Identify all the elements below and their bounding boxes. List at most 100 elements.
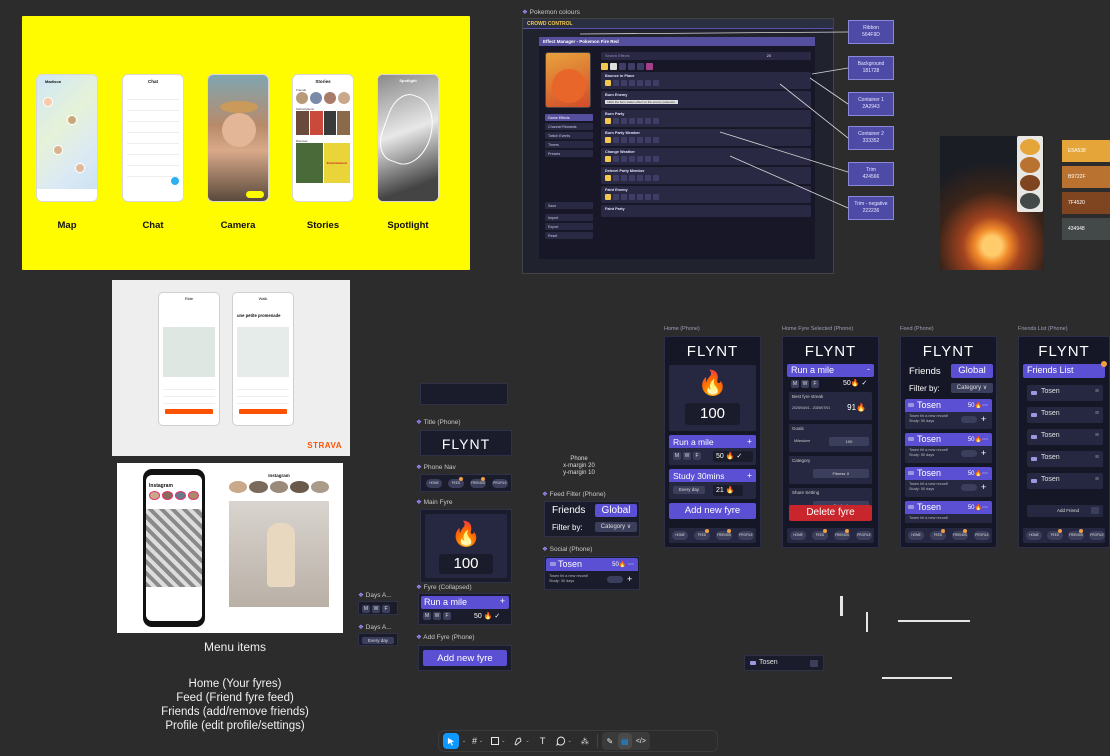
feed-filter-component[interactable]: Friends Global Filter by: Category ∨ xyxy=(544,501,640,537)
main-fyre-component[interactable]: 🔥 100 xyxy=(420,509,512,583)
swatch-ribbon[interactable]: Ribbon 564F9D xyxy=(848,20,894,44)
feed-item[interactable]: Tosen 50🔥⋯ Tosen hit a new record! Study: … xyxy=(905,467,992,497)
social-component[interactable]: Tosen 50🔥 ⋯ Tosen hit a new record! Stud… xyxy=(544,556,640,590)
feed-category-select[interactable]: Category ∨ xyxy=(951,383,993,393)
swatch-container-2[interactable]: Container 2 333352 xyxy=(848,126,894,150)
social-react-toggle[interactable] xyxy=(607,576,623,583)
swatch-trim-negative[interactable]: Trim - negative 222236 xyxy=(848,196,894,220)
nav-profile[interactable]: PROFILE xyxy=(738,531,754,540)
days-component-1[interactable]: M W F xyxy=(358,601,398,615)
friend-row[interactable]: Tosen ≡ xyxy=(1027,385,1103,401)
frame-tool-button[interactable]: # ⌄ xyxy=(469,733,486,749)
comment-tool-button[interactable]: ⌄ xyxy=(553,733,575,749)
friend-row[interactable]: Tosen ≡ xyxy=(1027,407,1103,423)
design-mode-button[interactable]: ▤ xyxy=(617,733,632,749)
plus-icon[interactable]: + xyxy=(981,448,986,458)
react-toggle[interactable] xyxy=(961,450,977,457)
nav-profile[interactable]: PROFILE xyxy=(856,531,872,540)
tosen-chip-component[interactable]: Tosen xyxy=(744,655,824,671)
nav-friends[interactable]: FRIENDS xyxy=(716,529,732,540)
nav-profile[interactable]: PROFILE xyxy=(492,479,508,488)
shape-tool-button[interactable]: ⌄ xyxy=(488,733,508,749)
hex-434948[interactable]: 434948 xyxy=(1062,218,1110,240)
category-select[interactable]: Fitness ∨ xyxy=(813,469,869,478)
instagram-reference[interactable]: Instagram Instagram xyxy=(117,463,343,633)
nav-feed[interactable]: FEED xyxy=(1047,529,1063,540)
nav-friends[interactable]: FRIENDS xyxy=(952,529,968,540)
swatch-container-1[interactable]: Container 1 2A2943 xyxy=(848,92,894,116)
text-tool-button[interactable]: T xyxy=(535,733,551,749)
move-tool-button[interactable] xyxy=(443,733,459,749)
nav-profile[interactable]: PROFILE xyxy=(1089,531,1105,540)
add-new-fyre-button[interactable]: Add new fyre xyxy=(423,650,507,666)
nav-home[interactable]: HOME xyxy=(426,479,442,488)
move-tool-caret[interactable]: ⌄ xyxy=(461,733,467,749)
nav-feed[interactable]: FEED xyxy=(930,529,946,540)
react-toggle[interactable] xyxy=(961,416,977,423)
phone-friends-list[interactable]: FLYNT Friends List Tosen ≡ Tosen ≡ Tosen ≡ … xyxy=(1018,336,1110,548)
friend-menu-icon[interactable]: ≡ xyxy=(1095,432,1099,439)
figma-canvas[interactable]: Madison Chat Stories Friends Subscriptio… xyxy=(0,0,1110,756)
friend-row[interactable]: Tosen ≡ xyxy=(1027,451,1103,467)
phone-nav-component[interactable]: HOME FEED FRIENDS PROFILE xyxy=(420,474,512,492)
nav-feed[interactable]: FEED xyxy=(448,477,464,488)
tab-global[interactable]: Global xyxy=(595,504,637,517)
feed-item[interactable]: Tosen 50🔥⋯ Tosen hit a new record! Study: … xyxy=(905,399,992,429)
hex-e5a538[interactable]: E5A538 xyxy=(1062,140,1110,162)
feed-tab-global[interactable]: Global xyxy=(951,364,993,378)
nav-feed[interactable]: FEED xyxy=(812,529,828,540)
collapse-minus-icon[interactable]: - xyxy=(867,364,870,374)
plus-icon[interactable]: + xyxy=(981,414,986,424)
home-fyre-study[interactable]: Study 30mins + Every day 21 🔥 xyxy=(669,469,756,499)
friend-menu-icon[interactable]: ≡ xyxy=(1095,388,1099,395)
draw-mode-button[interactable]: ✎ xyxy=(603,733,617,749)
swatch-trim[interactable]: Trim 424566 xyxy=(848,162,894,186)
expand-plus-icon[interactable]: + xyxy=(500,596,505,606)
nav-home[interactable]: HOME xyxy=(672,531,688,540)
blank-component[interactable] xyxy=(420,383,508,405)
friend-row[interactable]: Tosen ≡ xyxy=(1027,429,1103,445)
actions-tool-button[interactable]: ⁂ xyxy=(577,733,593,749)
strava-reference[interactable]: Ride Walk une petite promenade STRAVA xyxy=(112,280,350,456)
plus-icon[interactable]: + xyxy=(981,482,986,492)
nav-home[interactable]: HOME xyxy=(908,531,924,540)
phone-home[interactable]: FLYNT 🔥 100 Run a mile + M W F 50 🔥 ✓ Stu… xyxy=(664,336,761,548)
tab-friends[interactable]: Friends xyxy=(552,505,585,516)
expand-plus-icon[interactable]: + xyxy=(747,436,752,446)
phone-feed[interactable]: FLYNT Friends Global Filter by: Category… xyxy=(900,336,997,548)
friend-menu-icon[interactable]: ≡ xyxy=(1095,454,1099,461)
nav-profile[interactable]: PROFILE xyxy=(974,531,990,540)
friend-row[interactable]: Tosen ≡ xyxy=(1027,473,1103,489)
pen-tool-button[interactable]: ⌄ xyxy=(510,733,532,749)
dev-mode-button[interactable]: </> xyxy=(633,733,649,749)
hex-b9722f[interactable]: B9722F xyxy=(1062,166,1110,188)
add-fyre-component[interactable]: Add new fyre xyxy=(418,645,512,671)
phone-fyre-selected[interactable]: FLYNT Run a mile - M W F 50🔥 ✓ Best fyre … xyxy=(782,336,879,548)
feed-tab-friends[interactable]: Friends xyxy=(909,366,941,377)
milestone-input[interactable]: 100 xyxy=(829,437,869,446)
social-plus-icon[interactable]: + xyxy=(627,574,632,584)
home-add-fyre-button[interactable]: Add new fyre xyxy=(669,503,756,519)
nav-friends[interactable]: FRIENDS xyxy=(470,477,486,488)
add-friend-bar[interactable]: Add Friend xyxy=(1027,505,1103,517)
days-component-2[interactable]: Every day xyxy=(358,633,398,646)
nav-home[interactable]: HOME xyxy=(1026,531,1042,540)
swatch-background[interactable]: Background 181728 xyxy=(848,56,894,80)
feed-item[interactable]: Tosen 50🔥⋯ Tosen hit a new record! xyxy=(905,501,992,523)
hex-7f4520[interactable]: 7F4520 xyxy=(1062,192,1110,214)
nav-friends[interactable]: FRIENDS xyxy=(834,529,850,540)
friend-menu-icon[interactable]: ≡ xyxy=(1095,410,1099,417)
snapchat-reference-board[interactable]: Madison Chat Stories Friends Subscriptio… xyxy=(22,16,470,270)
friend-menu-icon[interactable]: ≡ xyxy=(1095,476,1099,483)
nav-home[interactable]: HOME xyxy=(790,531,806,540)
fyre-collapsed-component[interactable]: Run a mile + M W F 50 🔥 ✓ xyxy=(418,593,512,625)
expand-plus-icon[interactable]: + xyxy=(747,470,752,480)
nav-friends[interactable]: FRIENDS xyxy=(1068,529,1084,540)
feed-item[interactable]: Tosen 50🔥⋯ Tosen hit a new record! Study: … xyxy=(905,433,992,463)
home-fyre-run[interactable]: Run a mile + M W F 50 🔥 ✓ xyxy=(669,435,756,465)
nav-feed[interactable]: FEED xyxy=(694,529,710,540)
react-toggle[interactable] xyxy=(961,484,977,491)
filter-category-select[interactable]: Category ∨ xyxy=(595,522,637,532)
title-component[interactable]: FLYNT xyxy=(420,430,512,456)
delete-fyre-button[interactable]: Delete fyre xyxy=(789,505,872,521)
